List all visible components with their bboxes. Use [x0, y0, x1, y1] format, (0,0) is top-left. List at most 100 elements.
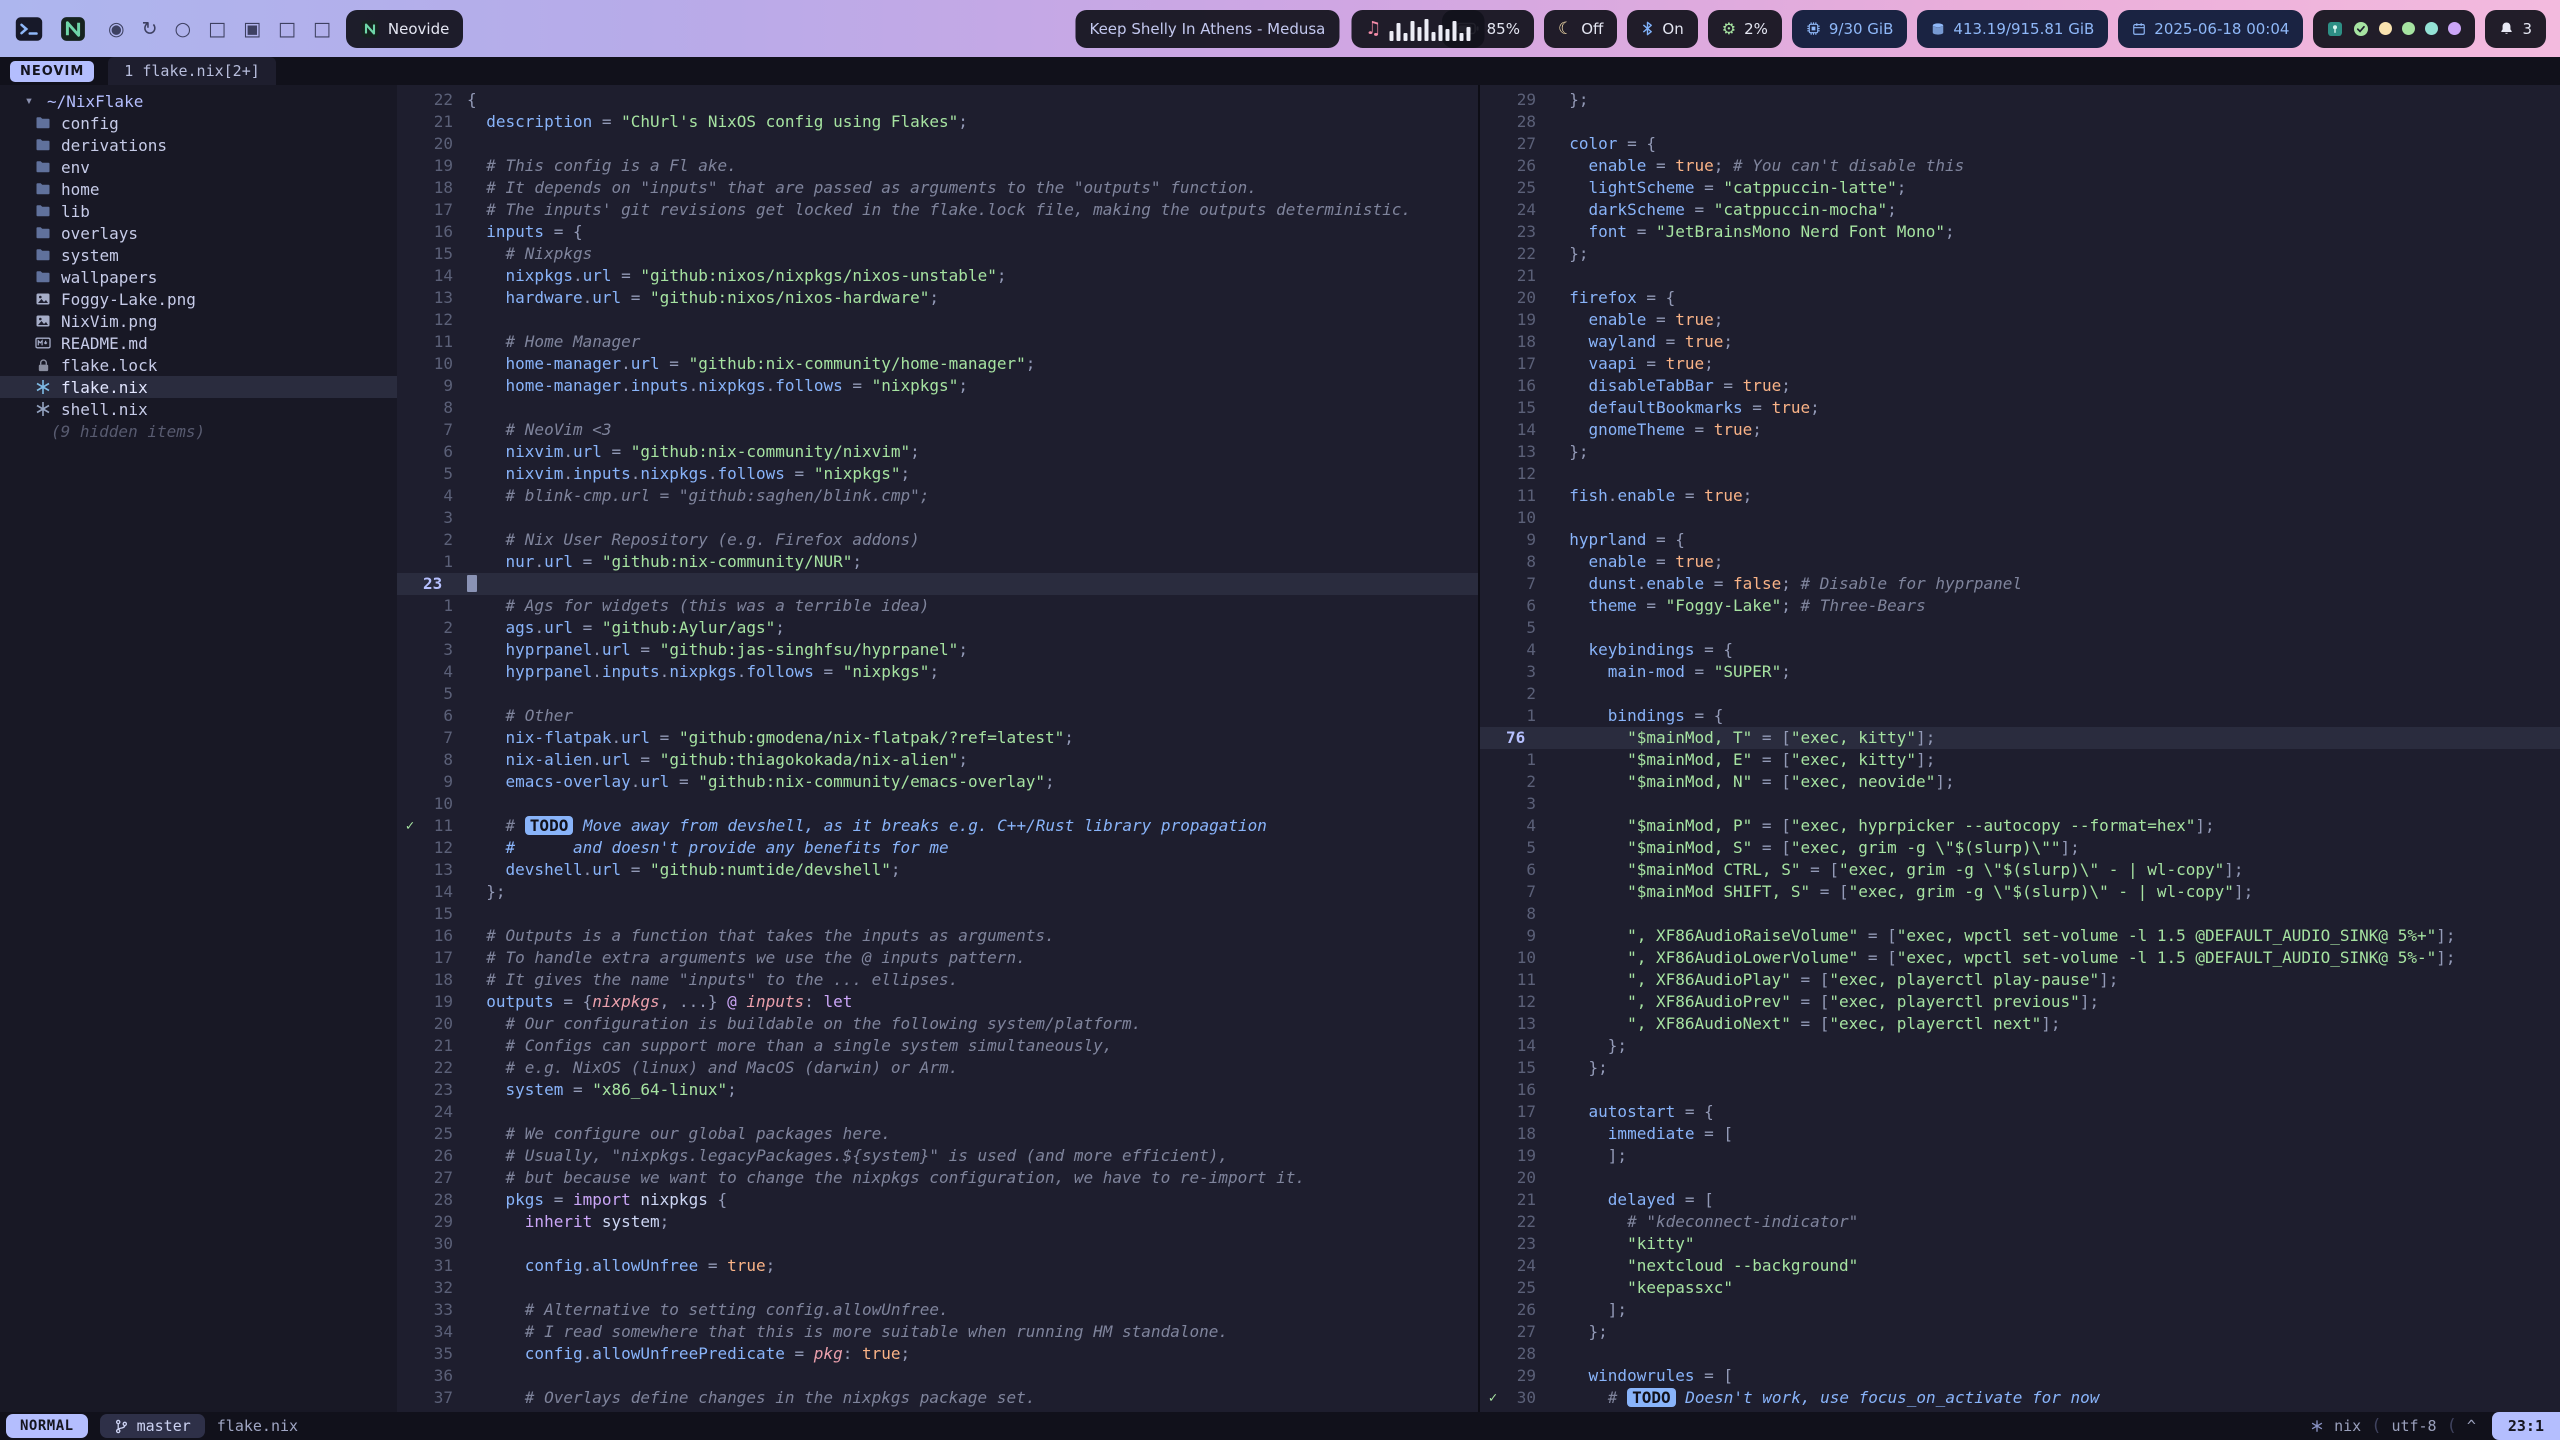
code-line[interactable]: 18 wayland = true; [1480, 331, 2560, 353]
code-line[interactable]: 16 inputs = { [397, 221, 1478, 243]
code-line[interactable]: 12 # and doesn't provide any benefits fo… [397, 837, 1478, 859]
code-line[interactable]: 5 [397, 683, 1478, 705]
code-line[interactable]: 4 keybindings = { [1480, 639, 2560, 661]
tree-item-readme-md[interactable]: README.md [0, 332, 397, 354]
tab-flake-nix[interactable]: 1 flake.nix[2+] [108, 57, 275, 85]
code-line[interactable]: 2 ags.url = "github:Aylur/ags"; [397, 617, 1478, 639]
code-line[interactable]: 17 vaapi = true; [1480, 353, 2560, 375]
code-line[interactable]: 25 lightScheme = "catppuccin-latte"; [1480, 177, 2560, 199]
code-line[interactable]: 14 }; [397, 881, 1478, 903]
code-line[interactable]: 19 enable = true; [1480, 309, 2560, 331]
media-title-pill[interactable]: Keep Shelly In Athens - Medusa [1075, 10, 1339, 48]
code-line[interactable]: 3 [397, 507, 1478, 529]
workspace-3-circle-icon[interactable]: ○ [175, 18, 192, 40]
code-line[interactable]: 24 [397, 1101, 1478, 1123]
code-line[interactable]: 6 theme = "Foggy-Lake"; # Three-Bears [1480, 595, 2560, 617]
tree-item-shell-nix[interactable]: shell.nix [0, 398, 397, 420]
code-line[interactable]: 9 home-manager.inputs.nixpkgs.follows = … [397, 375, 1478, 397]
tray-dot-green-icon[interactable] [2402, 22, 2415, 35]
code-line[interactable]: 14 nixpkgs.url = "github:nixos/nixpkgs/n… [397, 265, 1478, 287]
code-line[interactable]: 7 nix-flatpak.url = "github:gmodena/nix-… [397, 727, 1478, 749]
code-line[interactable]: 11 # Home Manager [397, 331, 1478, 353]
workspace-4-square-icon[interactable]: □ [208, 18, 226, 40]
tree-item-home[interactable]: home [0, 178, 397, 200]
tree-item-lib[interactable]: lib [0, 200, 397, 222]
bluetooth-widget[interactable]: On [1627, 10, 1697, 48]
code-line[interactable]: 6 nixvim.url = "github:nix-community/nix… [397, 441, 1478, 463]
code-line[interactable]: 10 ", XF86AudioLowerVolume" = ["exec, wp… [1480, 947, 2560, 969]
code-line[interactable]: 12 [1480, 463, 2560, 485]
tree-item-wallpapers[interactable]: wallpapers [0, 266, 397, 288]
code-line[interactable]: 10 [397, 793, 1478, 815]
notifications-widget[interactable]: 3 [2485, 10, 2546, 48]
code-line[interactable]: 13 devshell.url = "github:numtide/devshe… [397, 859, 1478, 881]
tree-item-foggy-lake-png[interactable]: Foggy-Lake.png [0, 288, 397, 310]
code-line[interactable]: 22{ [397, 89, 1478, 111]
code-line[interactable]: 22 # e.g. NixOS (linux) and MacOS (darwi… [397, 1057, 1478, 1079]
code-line[interactable]: 16 disableTabBar = true; [1480, 375, 2560, 397]
workspace-6-square-icon[interactable]: □ [278, 18, 296, 40]
code-line[interactable]: 28 pkgs = import nixpkgs { [397, 1189, 1478, 1211]
code-line[interactable]: 3 hyprpanel.url = "github:jas-singhfsu/h… [397, 639, 1478, 661]
code-line[interactable]: 23 font = "JetBrainsMono Nerd Font Mono"… [1480, 221, 2560, 243]
code-line[interactable]: 24 "nextcloud --background" [1480, 1255, 2560, 1277]
code-line[interactable]: 11 fish.enable = true; [1480, 485, 2560, 507]
code-line[interactable]: 11 ", XF86AudioPlay" = ["exec, playerctl… [1480, 969, 2560, 991]
code-line[interactable]: 24 darkScheme = "catppuccin-mocha"; [1480, 199, 2560, 221]
tree-item-system[interactable]: system [0, 244, 397, 266]
code-line[interactable]: 26 ]; [1480, 1299, 2560, 1321]
code-line[interactable]: 3 [1480, 793, 2560, 815]
editor-pane-left[interactable]: 22{21 description = "ChUrl's NixOS confi… [397, 85, 1478, 1412]
code-line[interactable]: 1 bindings = { [1480, 705, 2560, 727]
code-line[interactable]: 26 # Usually, "nixpkgs.legacyPackages.${… [397, 1145, 1478, 1167]
tree-item-env[interactable]: env [0, 156, 397, 178]
git-branch-segment[interactable]: master [100, 1414, 205, 1438]
code-line[interactable]: 22 }; [1480, 243, 2560, 265]
code-line[interactable]: 28 [1480, 111, 2560, 133]
code-line[interactable]: 8 nix-alien.url = "github:thiagokokada/n… [397, 749, 1478, 771]
code-line[interactable]: 2 # Nix User Repository (e.g. Firefox ad… [397, 529, 1478, 551]
code-line[interactable]: 19 # This config is a Fl ake. [397, 155, 1478, 177]
code-line-cursor[interactable]: 23 [397, 573, 1478, 595]
code-line[interactable]: 17 autostart = { [1480, 1101, 2560, 1123]
code-line[interactable]: 29 inherit system; [397, 1211, 1478, 1233]
code-line[interactable]: 21 delayed = [ [1480, 1189, 2560, 1211]
code-line[interactable]: 18 # It depends on "inputs" that are pas… [397, 177, 1478, 199]
code-line[interactable]: 18 immediate = [ [1480, 1123, 2560, 1145]
code-line[interactable]: 27 # but because we want to change the n… [397, 1167, 1478, 1189]
idle-inhibitor-widget[interactable]: ☾ Off [1544, 10, 1617, 48]
code-line[interactable]: 29 }; [1480, 89, 2560, 111]
code-line[interactable]: 31 config.allowUnfree = true; [397, 1255, 1478, 1277]
code-line[interactable]: 28 [1480, 1343, 2560, 1365]
code-line[interactable]: 10 home-manager.url = "github:nix-commun… [397, 353, 1478, 375]
code-line[interactable]: 20 # Our configuration is buildable on t… [397, 1013, 1478, 1035]
terminal-icon[interactable] [14, 14, 44, 44]
code-line[interactable]: 1 nur.url = "github:nix-community/NUR"; [397, 551, 1478, 573]
code-line[interactable]: 16 # Outputs is a function that takes th… [397, 925, 1478, 947]
cpu-widget[interactable]: ⚙ 2% [1708, 10, 1782, 48]
code-line[interactable]: 12 [397, 309, 1478, 331]
code-line[interactable]: 29 windowrules = [ [1480, 1365, 2560, 1387]
code-line[interactable]: 8 [1480, 903, 2560, 925]
tree-item-nixvim-png[interactable]: NixVim.png [0, 310, 397, 332]
code-line[interactable]: 19 outputs = {nixpkgs, ...} @ inputs: le… [397, 991, 1478, 1013]
code-line[interactable]: 8 enable = true; [1480, 551, 2560, 573]
code-line[interactable]: 4 hyprpanel.inputs.nixpkgs.follows = "ni… [397, 661, 1478, 683]
code-line[interactable]: 9 emacs-overlay.url = "github:nix-commun… [397, 771, 1478, 793]
code-line[interactable]: 7 dunst.enable = false; # Disable for hy… [1480, 573, 2560, 595]
keepassxc-tray-icon[interactable] [2327, 21, 2343, 37]
clock-widget[interactable]: 2025-06-18 00:04 [2118, 10, 2303, 48]
nextcloud-check-tray-icon[interactable] [2353, 21, 2369, 37]
code-line[interactable]: 21 description = "ChUrl's NixOS config u… [397, 111, 1478, 133]
workspace-1-circle-dot-icon[interactable]: ◉ [108, 18, 125, 40]
code-line[interactable]: 25 # We configure our global packages he… [397, 1123, 1478, 1145]
workspace-7-square-icon[interactable]: □ [313, 18, 331, 40]
code-line[interactable]: 6 # Other [397, 705, 1478, 727]
code-line[interactable]: 5 "$mainMod, S" = ["exec, grim -g \"$(sl… [1480, 837, 2560, 859]
code-line[interactable]: 2 "$mainMod, N" = ["exec, neovide"]; [1480, 771, 2560, 793]
code-line[interactable]: 1 "$mainMod, E" = ["exec, kitty"]; [1480, 749, 2560, 771]
media-visualizer-pill[interactable]: ♫ [1351, 10, 1484, 48]
code-line[interactable]: 13 ", XF86AudioNext" = ["exec, playerctl… [1480, 1013, 2560, 1035]
code-line[interactable]: 21 [1480, 265, 2560, 287]
code-line[interactable]: 17 # The inputs' git revisions get locke… [397, 199, 1478, 221]
